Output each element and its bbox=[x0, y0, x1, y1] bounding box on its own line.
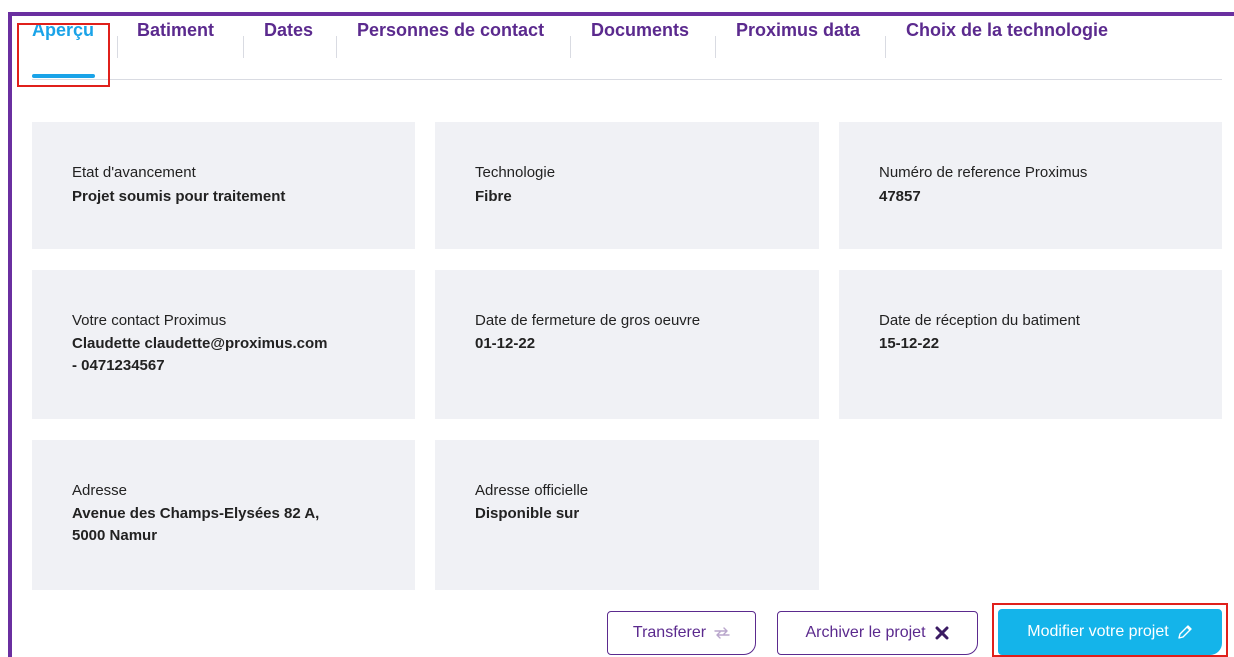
tab-apercu[interactable]: Aperçu bbox=[32, 20, 94, 41]
tab-documents[interactable]: Documents bbox=[591, 20, 689, 41]
tab-separator bbox=[570, 36, 571, 58]
card-label: Votre contact Proximus bbox=[72, 312, 227, 329]
tab-separator bbox=[715, 36, 716, 58]
transfer-button-label: Transferer bbox=[632, 624, 707, 641]
archive-button-label: Archiver le projet bbox=[805, 624, 926, 641]
tab-choix-technologie[interactable]: Choix de la technologie bbox=[906, 20, 1108, 41]
card-value-line2: 5000 Namur bbox=[72, 527, 158, 544]
card-address: Adresse Avenue des Champs-Elysées 82 A, … bbox=[32, 440, 415, 590]
tab-batiment[interactable]: Batiment bbox=[137, 20, 214, 41]
tab-proximus-data[interactable]: Proximus data bbox=[736, 20, 860, 41]
card-closing-date: Date de fermeture de gros oeuvre 01-12-2… bbox=[435, 270, 819, 419]
transfer-arrows-icon bbox=[714, 627, 730, 639]
card-value: 01-12-22 bbox=[475, 335, 536, 352]
archive-project-button[interactable]: Archiver le projet bbox=[777, 611, 978, 655]
close-x-icon bbox=[934, 625, 950, 641]
card-value-line1: Avenue des Champs-Elysées 82 A, bbox=[72, 505, 320, 522]
edit-button-label: Modifier votre projet bbox=[1027, 623, 1169, 640]
card-official-address: Adresse officielle Disponible sur bbox=[435, 440, 819, 590]
card-label: Adresse bbox=[72, 482, 128, 499]
card-value: Fibre bbox=[475, 188, 512, 205]
tab-separator bbox=[117, 36, 118, 58]
card-contact: Votre contact Proximus Claudette claudet… bbox=[32, 270, 415, 419]
card-value: 47857 bbox=[879, 188, 921, 205]
card-reference: Numéro de reference Proximus 47857 bbox=[839, 122, 1222, 249]
tab-separator bbox=[243, 36, 244, 58]
edit-project-button[interactable]: Modifier votre projet bbox=[998, 609, 1222, 655]
card-value: Disponible sur bbox=[475, 505, 580, 522]
card-value: Projet soumis pour traitement bbox=[72, 188, 286, 205]
tab-dates[interactable]: Dates bbox=[264, 20, 313, 41]
card-value-line1: Claudette claudette@proximus.com bbox=[72, 335, 328, 352]
card-label: Date de réception du batiment bbox=[879, 312, 1080, 329]
card-label: Etat d'avancement bbox=[72, 164, 196, 181]
frame-left-border bbox=[8, 12, 12, 657]
card-technology: Technologie Fibre bbox=[435, 122, 819, 249]
tab-personnes-de-contact[interactable]: Personnes de contact bbox=[357, 20, 544, 41]
pencil-icon bbox=[1177, 624, 1193, 640]
card-status: Etat d'avancement Projet soumis pour tra… bbox=[32, 122, 415, 249]
tab-separator bbox=[336, 36, 337, 58]
card-label: Adresse officielle bbox=[475, 482, 589, 499]
card-label: Technologie bbox=[475, 164, 556, 181]
tab-separator bbox=[885, 36, 886, 58]
card-label: Numéro de reference Proximus bbox=[879, 164, 1088, 181]
transfer-button[interactable]: Transferer bbox=[607, 611, 756, 655]
card-value-line2: - 0471234567 bbox=[72, 357, 165, 374]
card-value: 15-12-22 bbox=[879, 335, 940, 352]
tab-active-underline bbox=[32, 74, 95, 78]
card-reception-date: Date de réception du batiment 15-12-22 bbox=[839, 270, 1222, 419]
card-label: Date de fermeture de gros oeuvre bbox=[475, 312, 701, 329]
